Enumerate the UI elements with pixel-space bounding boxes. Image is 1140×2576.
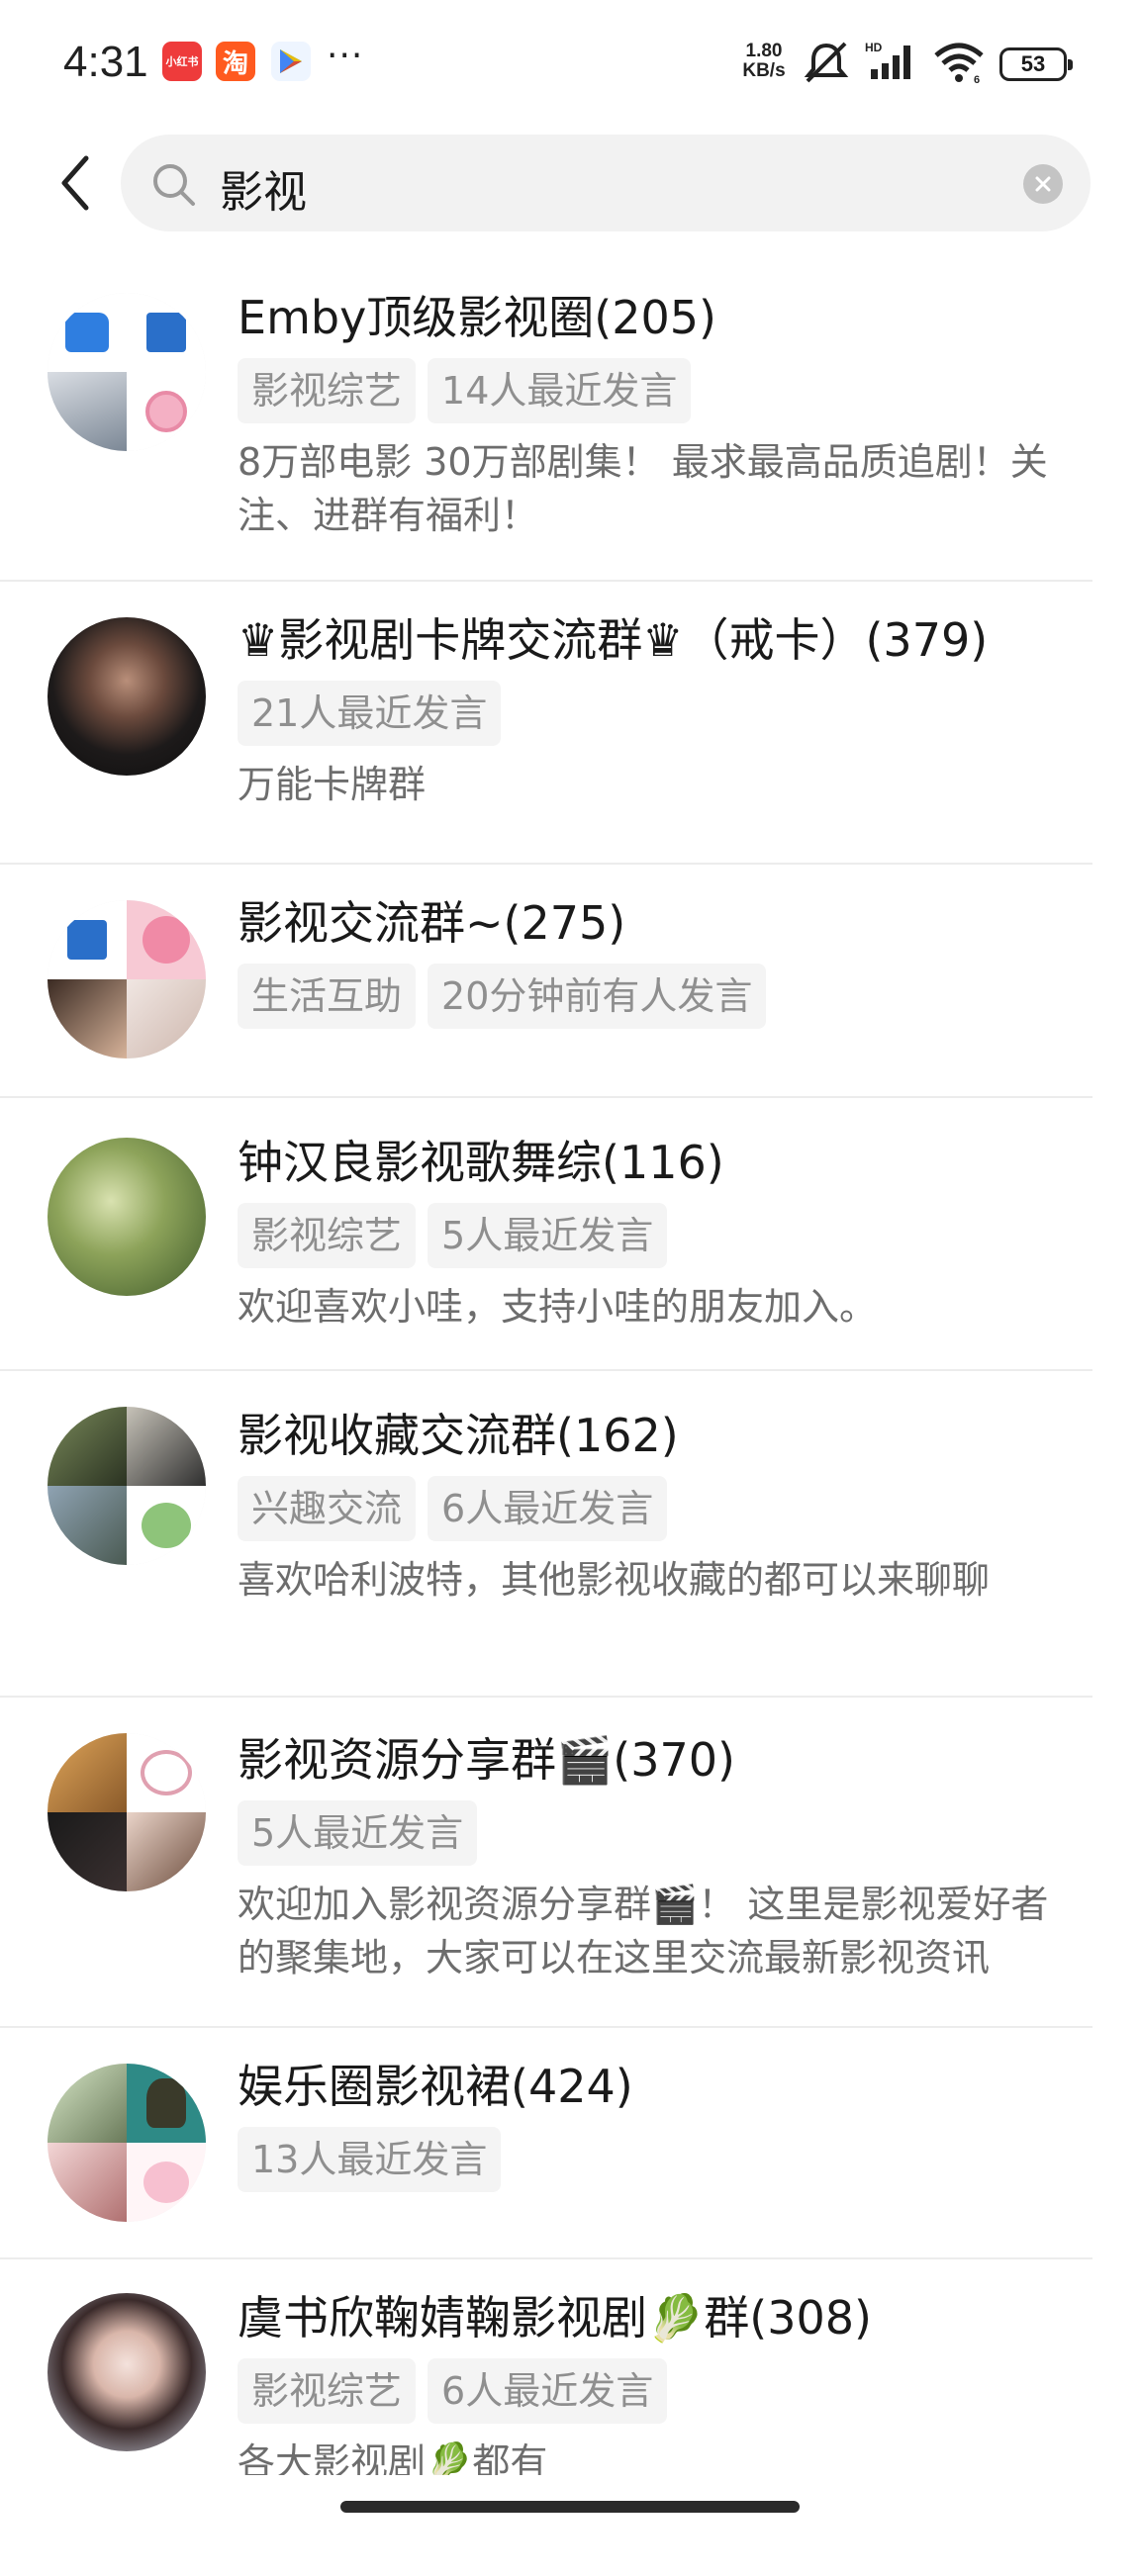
play-store-icon bbox=[271, 42, 311, 81]
group-tag: 13人最近发言 bbox=[238, 2127, 502, 2192]
group-title: 娱乐圈影视裙(424) bbox=[238, 2060, 633, 2113]
group-tags: 影视综艺 14人最近发言 bbox=[238, 358, 1063, 423]
group-info: Emby顶级影视圈(205) 影视综艺 14人最近发言 8万部电影 30万部剧集… bbox=[238, 289, 1063, 542]
group-info: 影视收藏交流群(162) 兴趣交流 6人最近发言 喜欢哈利波特，其他影视收藏的都… bbox=[238, 1407, 1063, 1607]
search-icon bbox=[153, 164, 195, 206]
group-avatar bbox=[48, 617, 206, 776]
group-tag: 影视综艺 bbox=[238, 358, 417, 423]
group-tags: 影视综艺 6人最近发言 bbox=[238, 2358, 1063, 2424]
battery-icon: 53 bbox=[999, 47, 1073, 81]
group-results-list: Emby顶级影视圈(205) 影视综艺 14人最近发言 8万部电影 30万部剧集… bbox=[0, 269, 1092, 2576]
network-speed-value: 1.80 bbox=[745, 41, 783, 61]
group-avatar bbox=[48, 900, 206, 1058]
svg-text:6: 6 bbox=[974, 74, 980, 85]
network-speed-unit: KB/s bbox=[742, 60, 786, 81]
group-tag: 影视综艺 bbox=[238, 2358, 417, 2424]
clear-search-button[interactable] bbox=[1023, 164, 1063, 204]
group-description: 8万部电影 30万部剧集！ 最求最高品质追剧！关注、进群有福利！ bbox=[238, 440, 1048, 537]
hd-signal-icon: HD bbox=[865, 41, 910, 79]
group-tag: 兴趣交流 bbox=[238, 1476, 417, 1541]
clear-icon bbox=[1035, 176, 1051, 192]
mute-icon bbox=[804, 42, 849, 83]
more-notifications-icon: ··· bbox=[327, 36, 364, 76]
group-item[interactable]: Emby顶级影视圈(205) 影视综艺 14人最近发言 8万部电影 30万部剧集… bbox=[0, 269, 1092, 582]
group-avatar bbox=[48, 1407, 206, 1565]
group-description: 欢迎加入影视资源分享群🎬！ 这里是影视爱好者的聚集地，大家可以在这里交流最新影视… bbox=[238, 1883, 1049, 1979]
group-title: 影视交流群~(275) bbox=[238, 896, 626, 950]
group-tags: 13人最近发言 bbox=[238, 2127, 1063, 2192]
search-query: 影视 bbox=[220, 167, 307, 218]
group-info: 影视交流群~(275) 生活互助 20分钟前有人发言 bbox=[238, 894, 1063, 1029]
group-title: ♛影视剧卡牌交流群♛（戒卡）(379) bbox=[238, 613, 989, 667]
group-info: 娱乐圈影视裙(424) 13人最近发言 bbox=[238, 2058, 1063, 2192]
group-info: 钟汉良影视歌舞综(116) 影视综艺 5人最近发言 欢迎喜欢小哇，支持小哇的朋友… bbox=[238, 1134, 1063, 1334]
group-item[interactable]: 影视收藏交流群(162) 兴趣交流 6人最近发言 喜欢哈利波特，其他影视收藏的都… bbox=[0, 1371, 1092, 1698]
group-info: ♛影视剧卡牌交流群♛（戒卡）(379) 21人最近发言 万能卡牌群 bbox=[238, 611, 1063, 811]
taobao-app-icon: 淘 bbox=[216, 42, 255, 81]
group-tag: 20分钟前有人发言 bbox=[428, 964, 767, 1029]
group-item[interactable]: 影视资源分享群🎬(370) 5人最近发言 欢迎加入影视资源分享群🎬！ 这里是影视… bbox=[0, 1698, 1092, 2028]
group-title: 钟汉良影视歌舞综(116) bbox=[238, 1136, 724, 1189]
group-tags: 兴趣交流 6人最近发言 bbox=[238, 1476, 1063, 1541]
status-bar: 4:31 小红书 淘 ··· 1.80 KB/s HD 6 53 bbox=[0, 0, 1140, 129]
search-input[interactable]: 影视 bbox=[121, 135, 1091, 231]
home-indicator[interactable] bbox=[340, 2501, 800, 2513]
group-title: Emby顶级影视圈(205) bbox=[238, 291, 716, 344]
svg-text:HD: HD bbox=[865, 41, 883, 54]
group-tag: 影视综艺 bbox=[238, 1203, 417, 1268]
group-item[interactable]: 影视交流群~(275) 生活互助 20分钟前有人发言 bbox=[0, 865, 1092, 1098]
group-info: 虞书欣鞠婧鞠影视剧🥬群(308) 影视综艺 6人最近发言 各大影视剧🥬都有 bbox=[238, 2289, 1063, 2489]
group-avatar bbox=[48, 1138, 206, 1296]
group-tags: 影视综艺 5人最近发言 bbox=[238, 1203, 1063, 1268]
group-avatar bbox=[48, 1733, 206, 1891]
group-tag: 14人最近发言 bbox=[428, 358, 692, 423]
group-tag: 5人最近发言 bbox=[238, 1800, 478, 1866]
group-avatar bbox=[48, 293, 206, 451]
group-title: 虞书欣鞠婧鞠影视剧🥬群(308) bbox=[238, 2291, 872, 2345]
group-description: 万能卡牌群 bbox=[238, 763, 427, 806]
group-tags: 21人最近发言 bbox=[238, 681, 1063, 746]
group-description: 欢迎喜欢小哇，支持小哇的朋友加入。 bbox=[238, 1285, 878, 1329]
group-avatar bbox=[48, 2064, 206, 2222]
group-tag: 5人最近发言 bbox=[428, 1203, 668, 1268]
status-time: 4:31 bbox=[63, 38, 148, 86]
group-tags: 生活互助 20分钟前有人发言 bbox=[238, 964, 1063, 1029]
group-tag: 6人最近发言 bbox=[428, 2358, 668, 2424]
xiaohongshu-app-icon: 小红书 bbox=[162, 42, 202, 81]
group-title: 影视收藏交流群(162) bbox=[238, 1409, 679, 1462]
wifi-icon: 6 bbox=[934, 43, 984, 85]
group-avatar bbox=[48, 2293, 206, 2451]
group-tag: 6人最近发言 bbox=[428, 1476, 668, 1541]
group-tags: 5人最近发言 bbox=[238, 1800, 1063, 1866]
group-tag: 生活互助 bbox=[238, 964, 417, 1029]
group-item[interactable]: ♛影视剧卡牌交流群♛（戒卡）(379) 21人最近发言 万能卡牌群 bbox=[0, 582, 1092, 865]
group-item[interactable]: 钟汉良影视歌舞综(116) 影视综艺 5人最近发言 欢迎喜欢小哇，支持小哇的朋友… bbox=[0, 1098, 1092, 1371]
back-icon bbox=[61, 155, 89, 211]
group-description: 喜欢哈利波特，其他影视收藏的都可以来聊聊 bbox=[238, 1558, 991, 1602]
group-item[interactable]: 娱乐圈影视裙(424) 13人最近发言 bbox=[0, 2028, 1092, 2259]
back-button[interactable] bbox=[49, 148, 99, 218]
group-info: 影视资源分享群🎬(370) 5人最近发言 欢迎加入影视资源分享群🎬！ 这里是影视… bbox=[238, 1731, 1063, 1984]
network-speed: 1.80 KB/s bbox=[734, 42, 794, 81]
group-title: 影视资源分享群🎬(370) bbox=[238, 1733, 735, 1787]
group-tag: 21人最近发言 bbox=[238, 681, 502, 746]
